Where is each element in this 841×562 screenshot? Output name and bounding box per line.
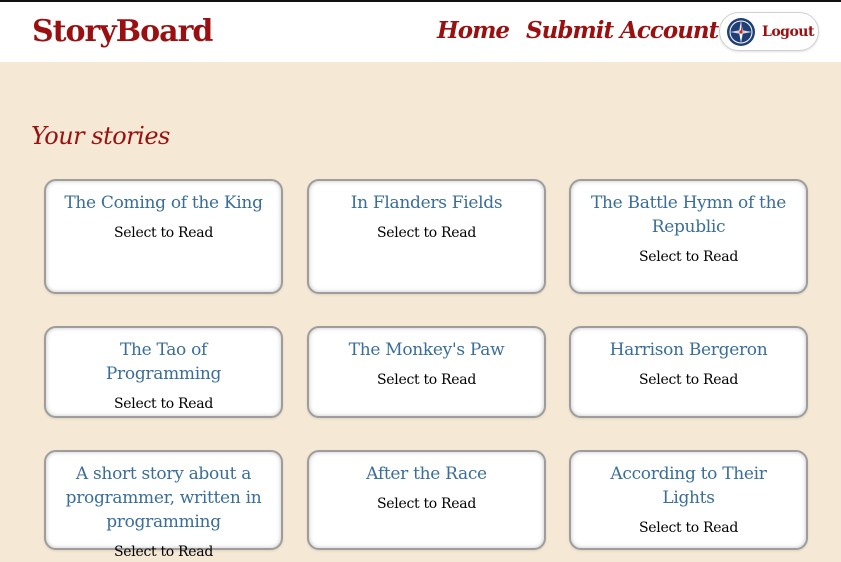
logout-button[interactable]: Logout (719, 12, 819, 51)
nav-submit-link[interactable]: Submit (526, 14, 614, 48)
select-to-read-label: Select to Read (377, 372, 476, 388)
story-title: Harrison Bergeron (609, 340, 768, 360)
select-to-read-label: Select to Read (639, 372, 738, 388)
story-title: According to Their Lights (610, 464, 767, 508)
story-card[interactable]: The Battle Hymn of the Republic Select t… (569, 179, 808, 294)
story-title: In Flanders Fields (350, 193, 503, 213)
select-to-read-label: Select to Read (639, 249, 738, 265)
story-card[interactable]: The Monkey's Paw Select to Read (307, 326, 546, 418)
top-navbar: StoryBoard Home Submit Account Logout (0, 2, 841, 62)
select-to-read-label: Select to Read (377, 225, 476, 241)
story-card[interactable]: According to Their Lights Select to Read (569, 450, 808, 550)
nav-account-link[interactable]: Account (620, 14, 719, 48)
story-title: The Monkey's Paw (348, 340, 505, 360)
logout-label: Logout (762, 24, 814, 40)
story-card[interactable]: A short story about a programmer, writte… (44, 450, 283, 560)
story-title: The Coming of the King (64, 193, 263, 213)
story-title: A short story about a programmer, writte… (65, 464, 262, 532)
story-card[interactable]: The Coming of the King Select to Read (44, 179, 283, 294)
story-title: The Tao of Programming (105, 340, 222, 384)
story-card[interactable]: Harrison Bergeron Select to Read (569, 326, 808, 418)
story-card[interactable]: In Flanders Fields Select to Read (307, 179, 546, 294)
select-to-read-label: Select to Read (114, 396, 213, 412)
story-title: The Battle Hymn of the Republic (590, 193, 787, 237)
select-to-read-label: Select to Read (377, 496, 476, 512)
story-card[interactable]: After the Race Select to Read (307, 450, 546, 550)
brand-logo[interactable]: StoryBoard (32, 12, 213, 52)
story-title: After the Race (366, 464, 487, 484)
section-title: Your stories (31, 122, 170, 150)
select-to-read-label: Select to Read (114, 544, 213, 560)
select-to-read-label: Select to Read (639, 520, 738, 536)
nav-home-link[interactable]: Home (437, 14, 510, 48)
compass-icon (727, 18, 755, 46)
story-card[interactable]: The Tao of Programming Select to Read (44, 326, 283, 418)
select-to-read-label: Select to Read (114, 225, 213, 241)
